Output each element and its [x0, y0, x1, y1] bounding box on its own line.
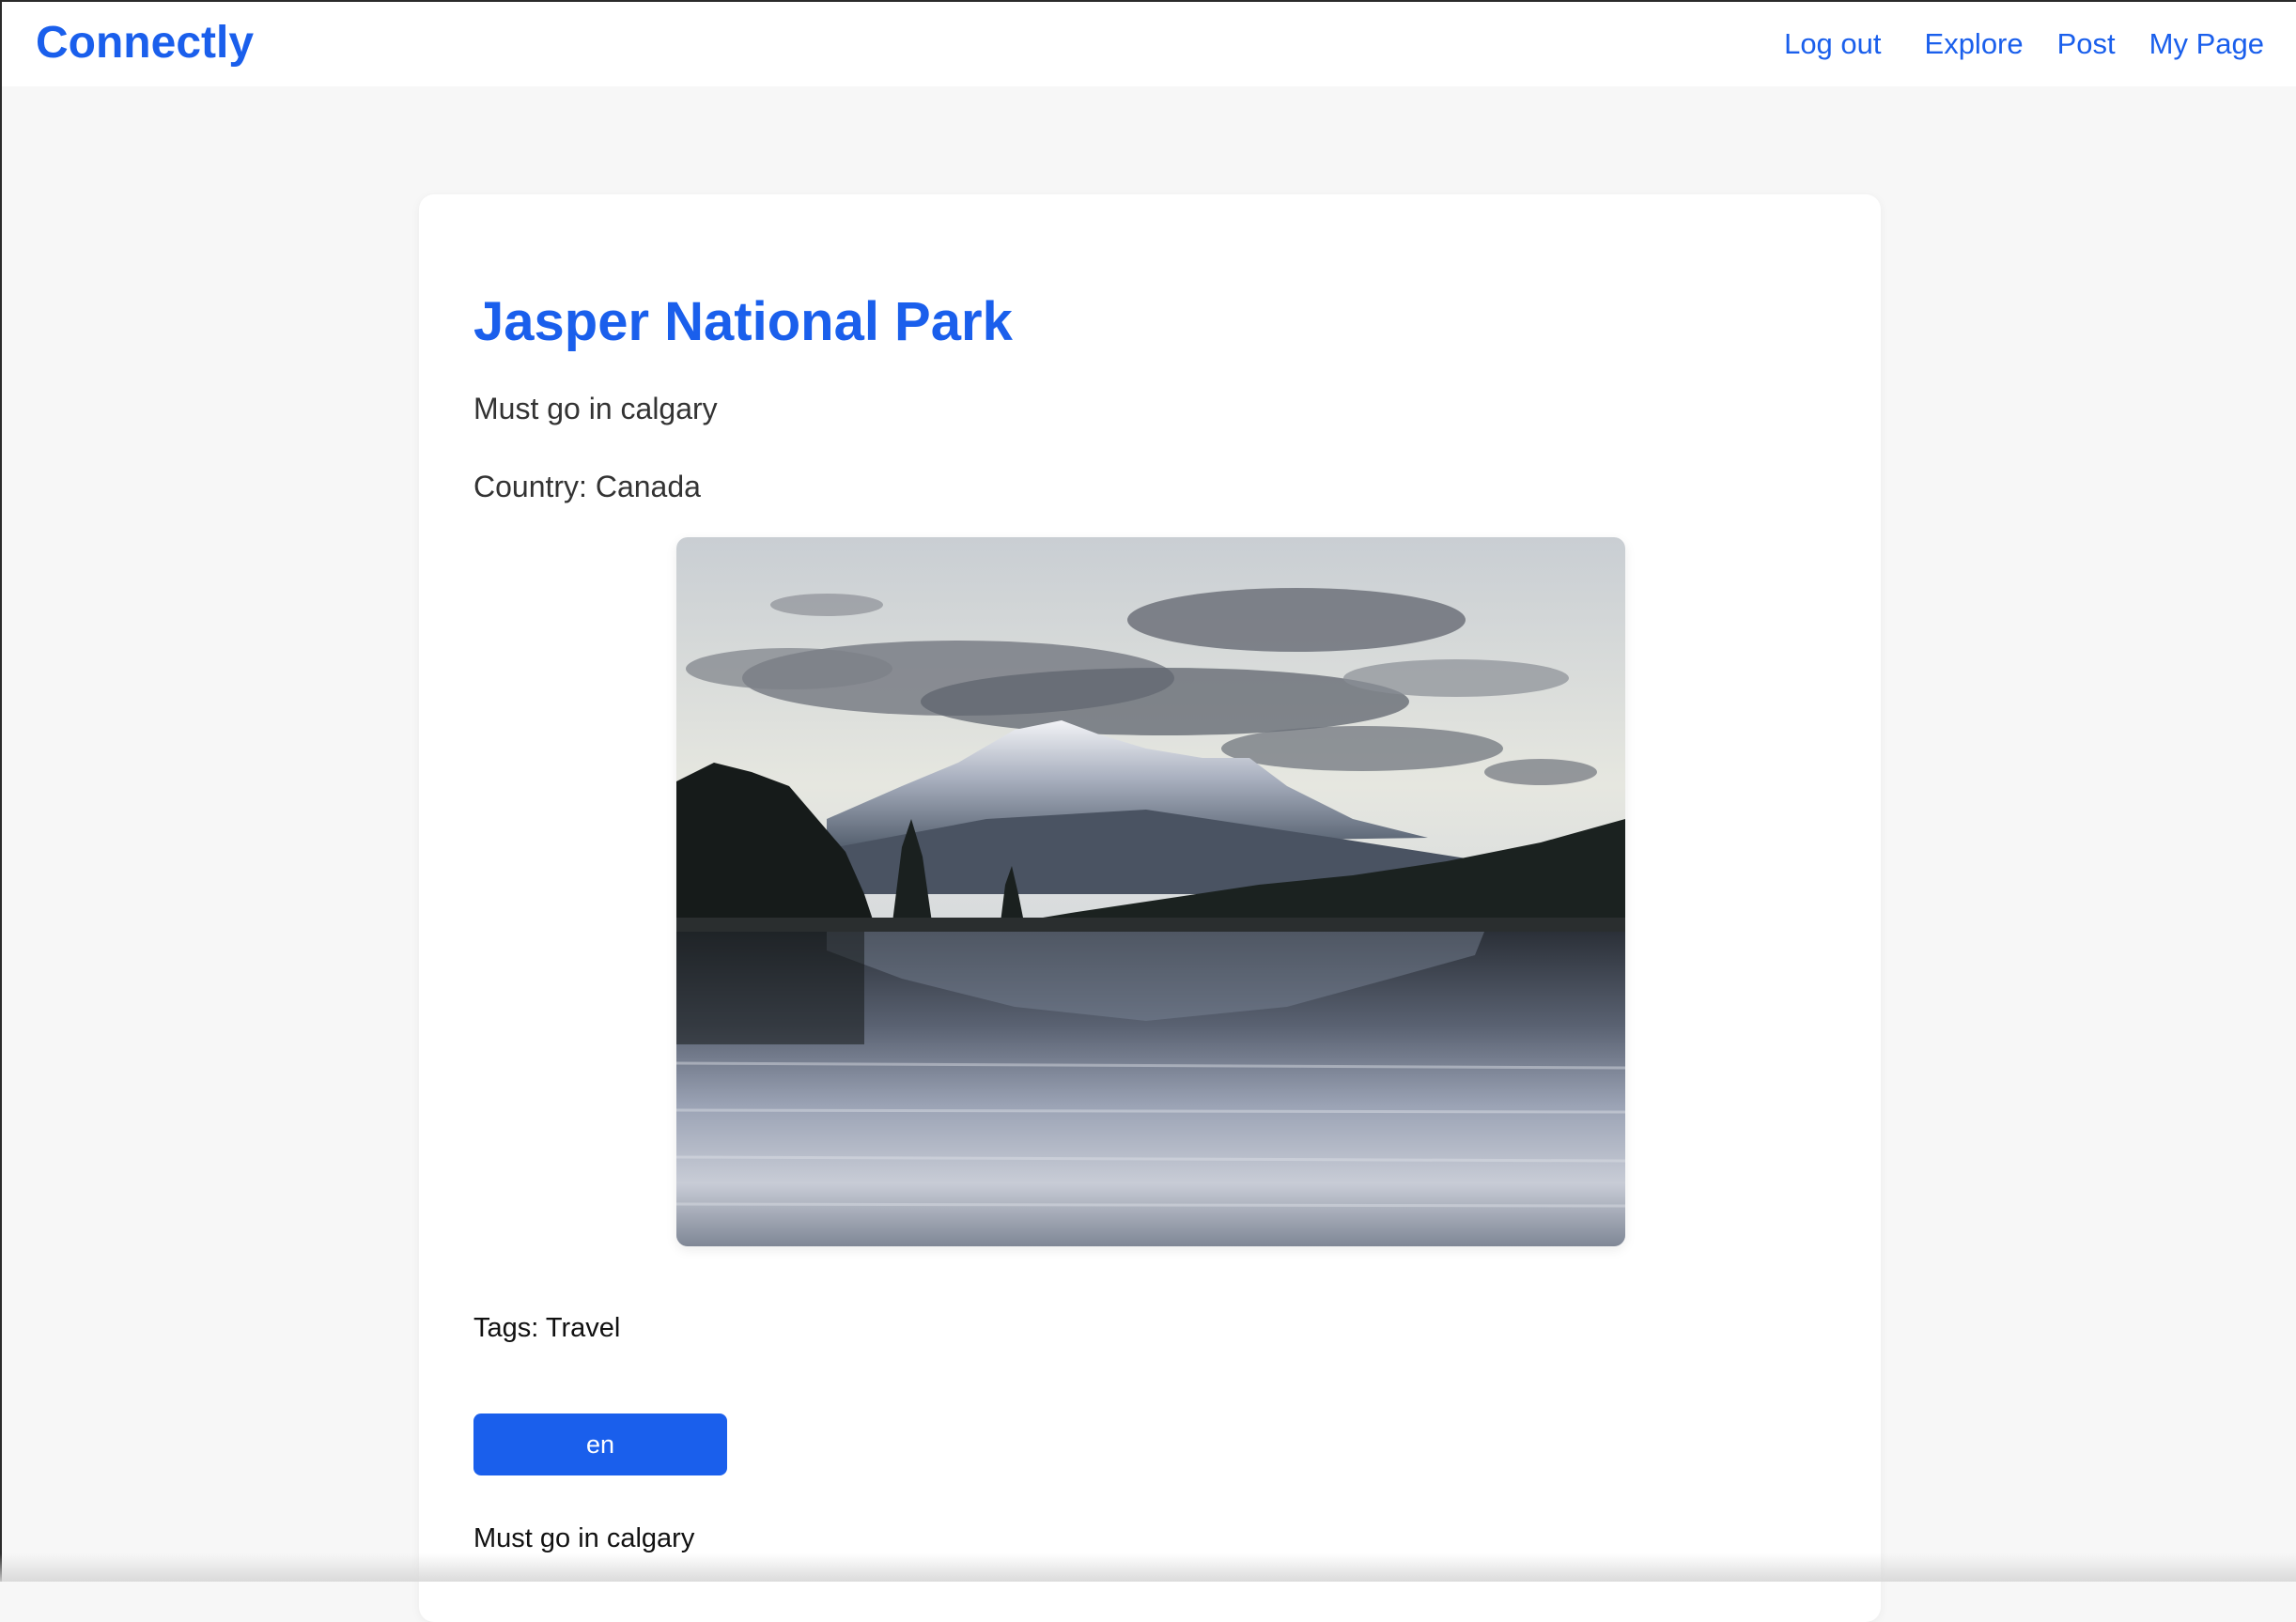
my-page-link[interactable]: My Page [2149, 24, 2264, 64]
window-edge [0, 0, 2, 1582]
post-card: Jasper National Park Must go in calgary … [419, 194, 1881, 1622]
post-description: Must go in calgary [473, 392, 718, 425]
post-link[interactable]: Post [2057, 24, 2116, 64]
nav-links: Log out Explore Post My Page [1784, 24, 2264, 64]
post-country: Country: Canada [473, 470, 701, 503]
landscape-image [676, 537, 1625, 1246]
post-title: Jasper National Park [473, 291, 1013, 352]
brand-logo[interactable]: Connectly [36, 17, 254, 70]
translated-description: Must go in calgary [473, 1523, 695, 1553]
post-tags: Tags: Travel [473, 1313, 621, 1343]
top-navbar: Connectly Log out Explore Post My Page [0, 0, 2296, 86]
post-photo [676, 537, 1625, 1246]
logout-link[interactable]: Log out [1784, 24, 1881, 64]
language-button[interactable]: en [473, 1413, 727, 1475]
explore-link[interactable]: Explore [1925, 24, 2024, 64]
bottom-shadow [0, 1553, 2296, 1582]
